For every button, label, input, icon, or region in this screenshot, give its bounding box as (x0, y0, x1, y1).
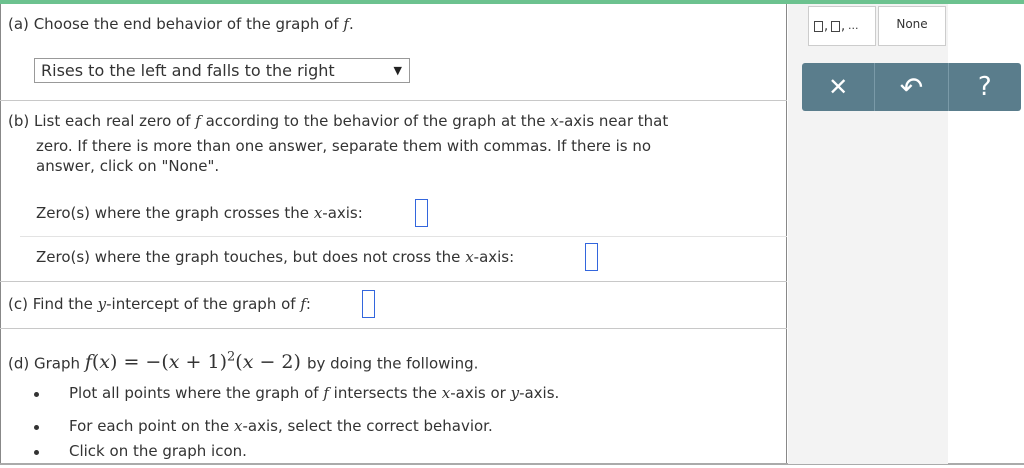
part-a-label: (a) (8, 15, 29, 33)
bullet-3 (34, 450, 39, 455)
undo-icon: ↶ (899, 70, 924, 104)
bullet-1 (34, 392, 39, 397)
part-d-prefix: Graph (34, 354, 81, 373)
part-d-equation: f(x) = −(x + 1)2(x − 2) (84, 350, 307, 374)
crosses-x: x (313, 204, 323, 222)
crosses-input[interactable] (415, 199, 428, 227)
part-b-line3: answer, click on "None". (36, 157, 220, 175)
part-c-question: (c) Find the y-intercept of the graph of… (8, 294, 311, 314)
part-b-line2: zero. If there is more than one answer, … (36, 137, 652, 155)
action-toolbar: ✕ ↶ ? (802, 63, 1021, 111)
eq-equals: = −( (123, 351, 169, 374)
eq-x2: x (168, 351, 180, 374)
eq-x3: x (242, 351, 254, 374)
box-icon (814, 21, 823, 32)
touches-label: Zero(s) where the graph touches, but doe… (36, 247, 514, 267)
divider-a-b (0, 100, 787, 101)
part-b-text-1a: List each real zero of (34, 112, 191, 130)
bullet-1-x: x (441, 384, 451, 402)
box-icon (831, 21, 840, 32)
eq-minus2: − 2) (259, 351, 301, 374)
help-icon: ? (977, 72, 992, 102)
none-button[interactable]: None (878, 6, 946, 46)
part-d-bullet-3: Click on the graph icon. (69, 442, 247, 460)
crosses-label-text: Zero(s) where the graph crosses the (36, 204, 310, 222)
divider-c-d (0, 328, 787, 329)
part-d-label: (d) (8, 354, 30, 373)
dropdown-arrow-icon: ▼ (393, 64, 402, 77)
touches-label-text: Zero(s) where the graph touches, but doe… (36, 248, 461, 266)
part-d-bullet-2: For each point on the x-axis, select the… (69, 416, 493, 436)
bullet-1-text-c: -axis or (450, 384, 506, 402)
part-a-period: . (348, 15, 354, 33)
part-c-label: (c) (8, 295, 28, 313)
crosses-label: Zero(s) where the graph crosses the x-ax… (36, 203, 363, 223)
touches-input[interactable] (585, 243, 598, 271)
part-b-text-1b: according to the behavior of the graph a… (205, 112, 546, 130)
part-a-prompt: Choose the end behavior of the graph of (33, 15, 339, 33)
bullet-1-text-d: -axis. (519, 384, 560, 402)
eq-paren-close: ) (110, 351, 118, 374)
list-entry-key[interactable]: , , ... (808, 6, 876, 46)
part-d-question: (d) Graph f(x) = −(x + 1)2(x − 2) by doi… (8, 348, 478, 373)
part-c-colon: : (305, 295, 311, 313)
bullet-1-func: f (323, 384, 329, 402)
y-intercept-input[interactable] (362, 290, 375, 318)
bullet-2 (34, 425, 39, 430)
bullet-2-text-b: -axis, select the correct behavior. (242, 417, 493, 435)
part-c-mid: -intercept of the graph of (106, 295, 296, 313)
touches-x: x (465, 248, 474, 266)
part-c-prompt: Find the (32, 295, 93, 313)
touches-suffix: -axis: (473, 248, 515, 266)
eq-f: f (84, 351, 92, 374)
part-d-suffix: by doing the following. (306, 354, 479, 373)
part-b-func: f (195, 112, 201, 130)
list-key-comma-2: , (841, 19, 846, 34)
list-key-ellipsis: ... (848, 19, 859, 32)
bullet-1-text-b: intersects the (333, 384, 437, 402)
part-b-text-1c: -axis near that (558, 112, 669, 130)
clear-button[interactable]: ✕ (802, 63, 876, 111)
undo-button[interactable]: ↶ (875, 63, 949, 111)
part-b-x: x (550, 112, 559, 130)
bullet-1-text-a: Plot all points where the graph of (69, 384, 319, 402)
list-key-comma-1: , (824, 19, 829, 34)
end-behavior-dropdown[interactable]: Rises to the left and falls to the right… (34, 58, 410, 83)
end-behavior-selected: Rises to the left and falls to the right (41, 61, 335, 80)
part-b-label: (b) (8, 112, 30, 130)
part-b-line1: (b) List each real zero of f according t… (8, 111, 668, 131)
close-icon: ✕ (828, 73, 849, 101)
part-c-y: y (97, 295, 107, 313)
bullet-1-y: y (510, 384, 520, 402)
eq-paren-open-2: ( (235, 351, 243, 374)
part-d-bullet-1: Plot all points where the graph of f int… (69, 383, 559, 403)
divider-b-c (0, 281, 787, 282)
eq-plus1: + 1) (185, 351, 227, 374)
help-button[interactable]: ? (949, 63, 1021, 111)
part-a-question: (a) Choose the end behavior of the graph… (8, 14, 354, 34)
bullet-2-text-a: For each point on the (69, 417, 230, 435)
eq-x1: x (99, 351, 110, 374)
crosses-suffix: -axis: (322, 204, 363, 222)
divider-b-inner (20, 236, 787, 237)
bullet-2-x: x (234, 417, 243, 435)
